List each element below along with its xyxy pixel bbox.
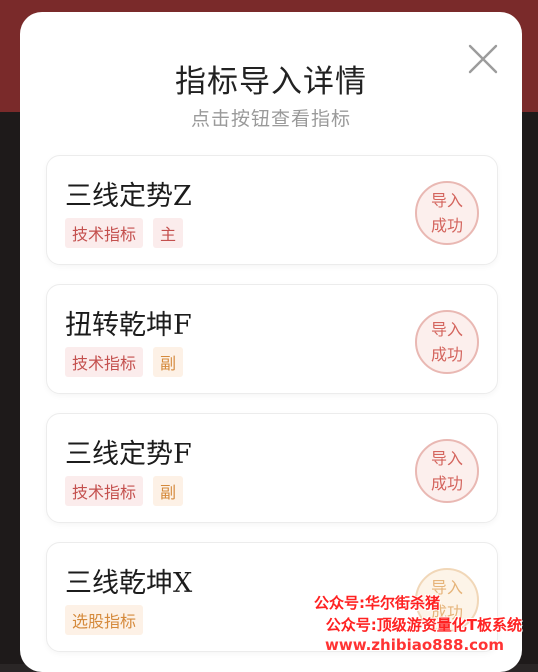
tag-category: 技术指标 bbox=[65, 347, 144, 377]
tag-chart-position: 主 bbox=[153, 218, 184, 248]
indicator-name: 三线乾坤X bbox=[65, 568, 193, 599]
tag-category: 选股指标 bbox=[65, 605, 144, 635]
indicator-name: 三线定势F bbox=[65, 439, 192, 470]
indicator-card[interactable]: 三线定势Z 技术指标 主 导入成功 bbox=[46, 155, 498, 265]
watermark-line-3: www.zhibiao888.com bbox=[324, 636, 504, 654]
tag-chart-position: 副 bbox=[153, 347, 184, 377]
import-success-stamp: 导入成功 bbox=[415, 439, 479, 503]
stamp-text: 导入成功 bbox=[430, 320, 463, 364]
watermark-line-1: 公众号:华尔街杀猪 bbox=[314, 594, 440, 612]
indicator-card[interactable]: 扭转乾坤F 技术指标 副 导入成功 bbox=[46, 284, 498, 394]
import-success-stamp: 导入成功 bbox=[415, 310, 479, 374]
import-details-dialog: 指标导入详情 点击按钮查看指标 三线定势Z 技术指标 主 导入成功 扭转乾坤F … bbox=[20, 12, 522, 672]
import-success-stamp: 导入成功 bbox=[415, 181, 479, 245]
indicator-name: 三线定势Z bbox=[65, 181, 192, 212]
dialog-subtitle: 点击按钮查看指标 bbox=[190, 108, 351, 130]
indicator-card[interactable]: 三线定势F 技术指标 副 导入成功 bbox=[46, 413, 498, 523]
indicator-name: 扭转乾坤F bbox=[65, 310, 192, 341]
stamp-text: 导入成功 bbox=[430, 449, 463, 493]
tag-chart-position: 副 bbox=[153, 476, 184, 506]
close-icon[interactable] bbox=[466, 42, 500, 76]
dialog-title: 指标导入详情 bbox=[175, 64, 367, 100]
watermark-line-2: 公众号:顶级游资量化T板系统 bbox=[325, 616, 522, 634]
stamp-text: 导入成功 bbox=[430, 191, 463, 235]
tag-category: 技术指标 bbox=[65, 476, 144, 506]
tag-category: 技术指标 bbox=[65, 218, 144, 248]
